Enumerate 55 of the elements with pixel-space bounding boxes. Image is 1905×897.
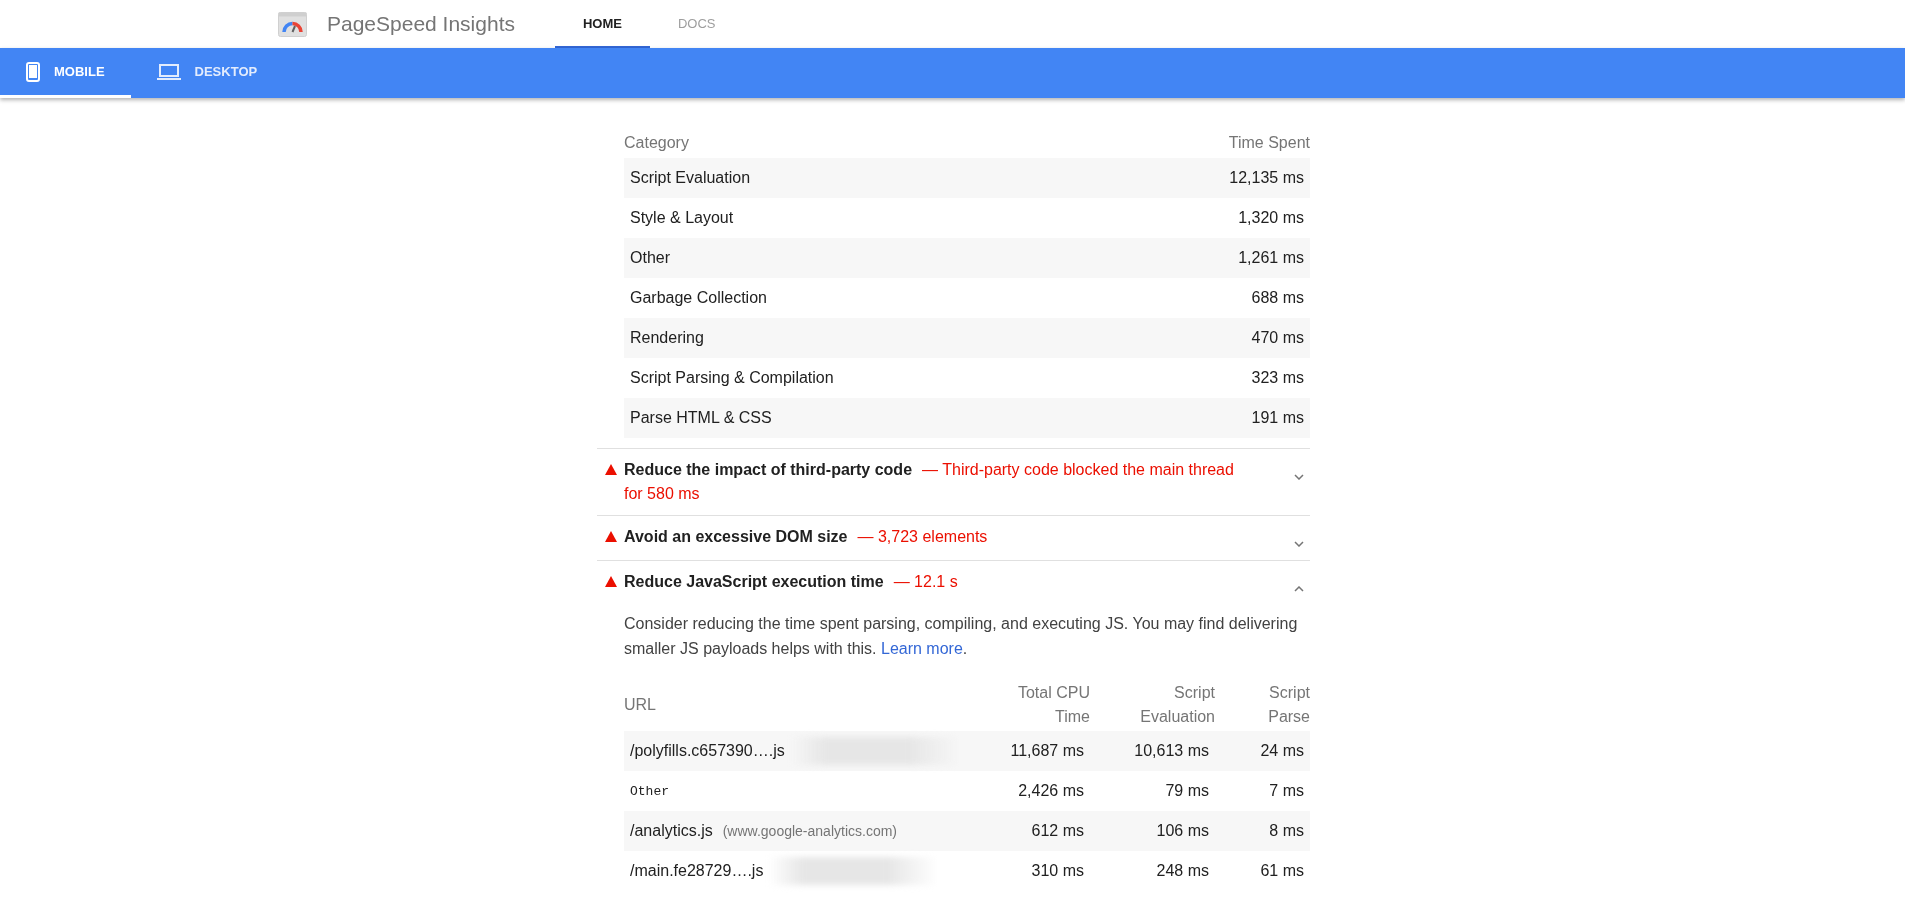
- chevron-down-icon[interactable]: [1294, 474, 1304, 480]
- script-host: (www.google-analytics.com): [722, 823, 897, 839]
- device-tab[interactable]: DESKTOP: [130, 48, 284, 98]
- table-cell-text: Rendering: [630, 329, 705, 347]
- table-cell-text: Script Parsing & Compilation: [630, 369, 835, 387]
- script-url: /analytics.js: [630, 822, 713, 840]
- device-tab[interactable]: MOBILE: [0, 48, 131, 98]
- table-cell-text: 612 ms: [1030, 822, 1084, 840]
- table-cell-text: 248 ms: [1155, 862, 1209, 880]
- phone-icon: [26, 61, 40, 82]
- table-cell-text: 79 ms: [1164, 782, 1209, 800]
- gauge-logo-icon: [278, 11, 307, 37]
- table-cell-text: 61 ms: [1259, 862, 1304, 880]
- table-cell-text: Parse HTML & CSS: [630, 409, 773, 427]
- table-cell-text: Other: [630, 249, 671, 267]
- warning-triangle-icon: [604, 531, 617, 542]
- table-cell-text: 2,426 ms: [1017, 782, 1084, 800]
- table-cell-text: 24 ms: [1259, 742, 1304, 760]
- table-cell: 688 ms: [1251, 289, 1304, 307]
- table-cell-text: 8 ms: [1268, 822, 1304, 840]
- table-cell: 1,261 ms: [1238, 249, 1304, 267]
- table-cell: 12,135 ms: [1229, 169, 1304, 187]
- audit-heading: Reduce the impact of third-party code — Third-party code blocked the main thread for 580 ms: [624, 460, 1235, 504]
- table-cell: 470 ms: [1251, 329, 1304, 347]
- table-cell-text: 7 ms: [1268, 782, 1304, 800]
- laptop-icon: [156, 63, 181, 80]
- app-title: PageSpeed Insights: [327, 11, 515, 37]
- table-cell-text: 10,613 ms: [1133, 742, 1209, 760]
- nav-tab[interactable]: DOCS: [650, 0, 744, 48]
- warning-triangle-icon: [604, 576, 617, 587]
- column-header: URL: [624, 696, 656, 713]
- column-header: Category: [624, 134, 690, 152]
- column-header: Time Spent: [1228, 134, 1310, 152]
- table-cell: 1,320 ms: [1238, 209, 1304, 227]
- column-header: Script Evaluation: [1140, 684, 1215, 725]
- warning-triangle-icon: [604, 464, 617, 475]
- script-url: /polyfills.c657390….js: [630, 742, 785, 760]
- table-cell-text: 310 ms: [1030, 862, 1084, 880]
- table-cell-text: 106 ms: [1155, 822, 1209, 840]
- table-cell-text: Style & Layout: [630, 209, 735, 227]
- chevron-up-icon[interactable]: [1294, 586, 1304, 592]
- script-url: /main.fe28729….js: [630, 862, 764, 880]
- audit-description: Consider reducing the time spent parsing, compiling, and executing JS. You may find delivering smaller JS payloads helps with this. Learn more.: [624, 614, 1299, 659]
- column-header: Total CPU Time: [1017, 684, 1090, 725]
- table-cell: 323 ms: [1251, 369, 1304, 387]
- table-cell-text: Script Evaluation: [630, 169, 752, 187]
- audit-heading: Avoid an excessive DOM size — 3,723 elements: [624, 527, 989, 547]
- learn-more-link[interactable]: Learn more: [881, 640, 963, 657]
- table-cell-text: 11,687 ms: [1009, 742, 1084, 760]
- column-header: Script Parse: [1268, 684, 1310, 725]
- chevron-down-icon[interactable]: [1294, 541, 1304, 547]
- audit-heading: Reduce JavaScript execution time — 12.1 s: [624, 572, 959, 592]
- table-cell-text: Garbage Collection: [630, 289, 768, 307]
- script-url: Other: [630, 783, 669, 799]
- table-cell: 191 ms: [1251, 409, 1304, 427]
